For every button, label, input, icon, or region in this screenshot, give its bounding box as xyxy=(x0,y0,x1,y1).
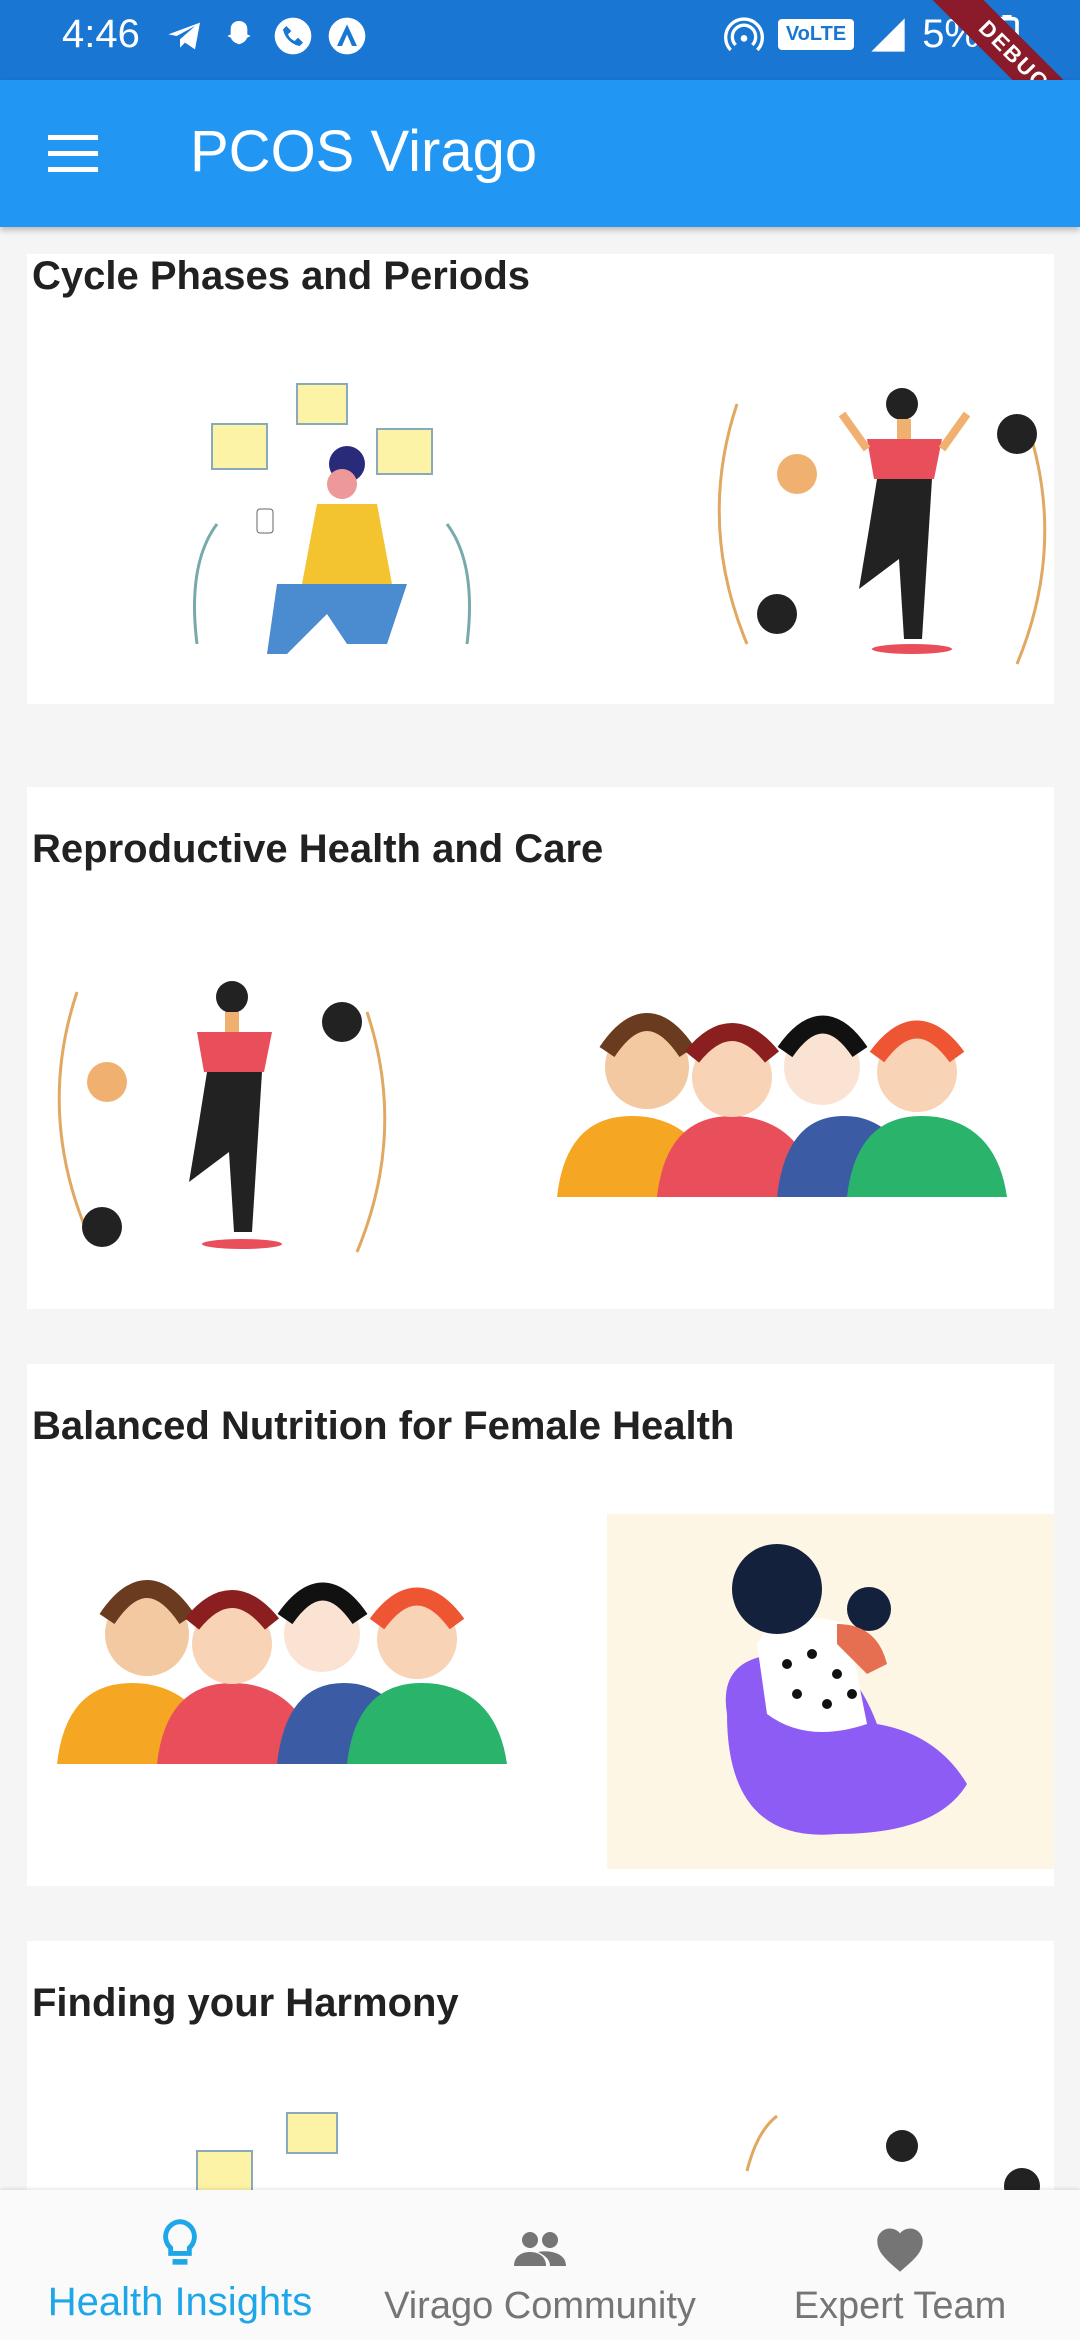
mother-baby-illustration xyxy=(607,1514,1054,1869)
four-women-illustration xyxy=(57,1580,507,1764)
app-bar: PCOS Virago xyxy=(0,80,1080,227)
nav-label: Virago Community xyxy=(384,2285,696,2327)
status-time: 4:46 xyxy=(62,12,140,56)
card-balanced-nutrition[interactable]: Balanced Nutrition for Female Health xyxy=(27,1364,1054,1886)
card-finding-harmony[interactable]: Finding your Harmony xyxy=(27,1941,1054,2190)
bottom-navigation: Health Insights Virago Community Expert … xyxy=(0,2190,1080,2340)
lightbulb-icon xyxy=(163,2219,197,2265)
page-title: PCOS Virago xyxy=(190,119,538,184)
nav-expert-team[interactable]: Expert Team xyxy=(720,2190,1080,2340)
hamburger-menu-icon[interactable] xyxy=(48,135,98,173)
card-title: Balanced Nutrition for Female Health xyxy=(32,1404,735,1448)
woman-phone-illustration xyxy=(196,2112,338,2190)
woman-phone-illustration xyxy=(193,383,471,654)
card-title: Finding your Harmony xyxy=(32,1981,459,2025)
phone-icon xyxy=(274,17,312,55)
card-title: Reproductive Health and Care xyxy=(32,827,604,871)
content-list[interactable]: Cycle Phases and Periods Reproductive He… xyxy=(0,227,1080,2190)
people-icon xyxy=(514,2232,566,2266)
yoga-woman-illustration xyxy=(717,388,1047,665)
four-women-illustration xyxy=(557,1013,1007,1197)
card-cycle-phases[interactable]: Cycle Phases and Periods xyxy=(27,254,1054,704)
heart-icon xyxy=(877,2228,923,2272)
signal-icon xyxy=(871,17,905,52)
card-title: Cycle Phases and Periods xyxy=(32,254,531,298)
yoga-woman-illustration xyxy=(57,981,387,1253)
nav-health-insights[interactable]: Health Insights xyxy=(0,2190,360,2340)
nav-virago-community[interactable]: Virago Community xyxy=(360,2190,720,2340)
volte-badge: VoLTE xyxy=(777,19,855,50)
yoga-woman-illustration xyxy=(745,2114,1040,2190)
nav-label: Expert Team xyxy=(793,2285,1007,2327)
telegram-icon xyxy=(168,22,200,50)
card-reproductive-health[interactable]: Reproductive Health and Care xyxy=(27,787,1054,1309)
snapchat-icon xyxy=(227,21,251,45)
app-notification-icon xyxy=(328,17,366,55)
notification-icons xyxy=(165,16,367,56)
hotspot-icon xyxy=(723,16,764,51)
nav-label: Health Insights xyxy=(47,2280,313,2324)
status-bar: 4:46 VoLTE 5% DEBUG xyxy=(0,0,1080,147)
